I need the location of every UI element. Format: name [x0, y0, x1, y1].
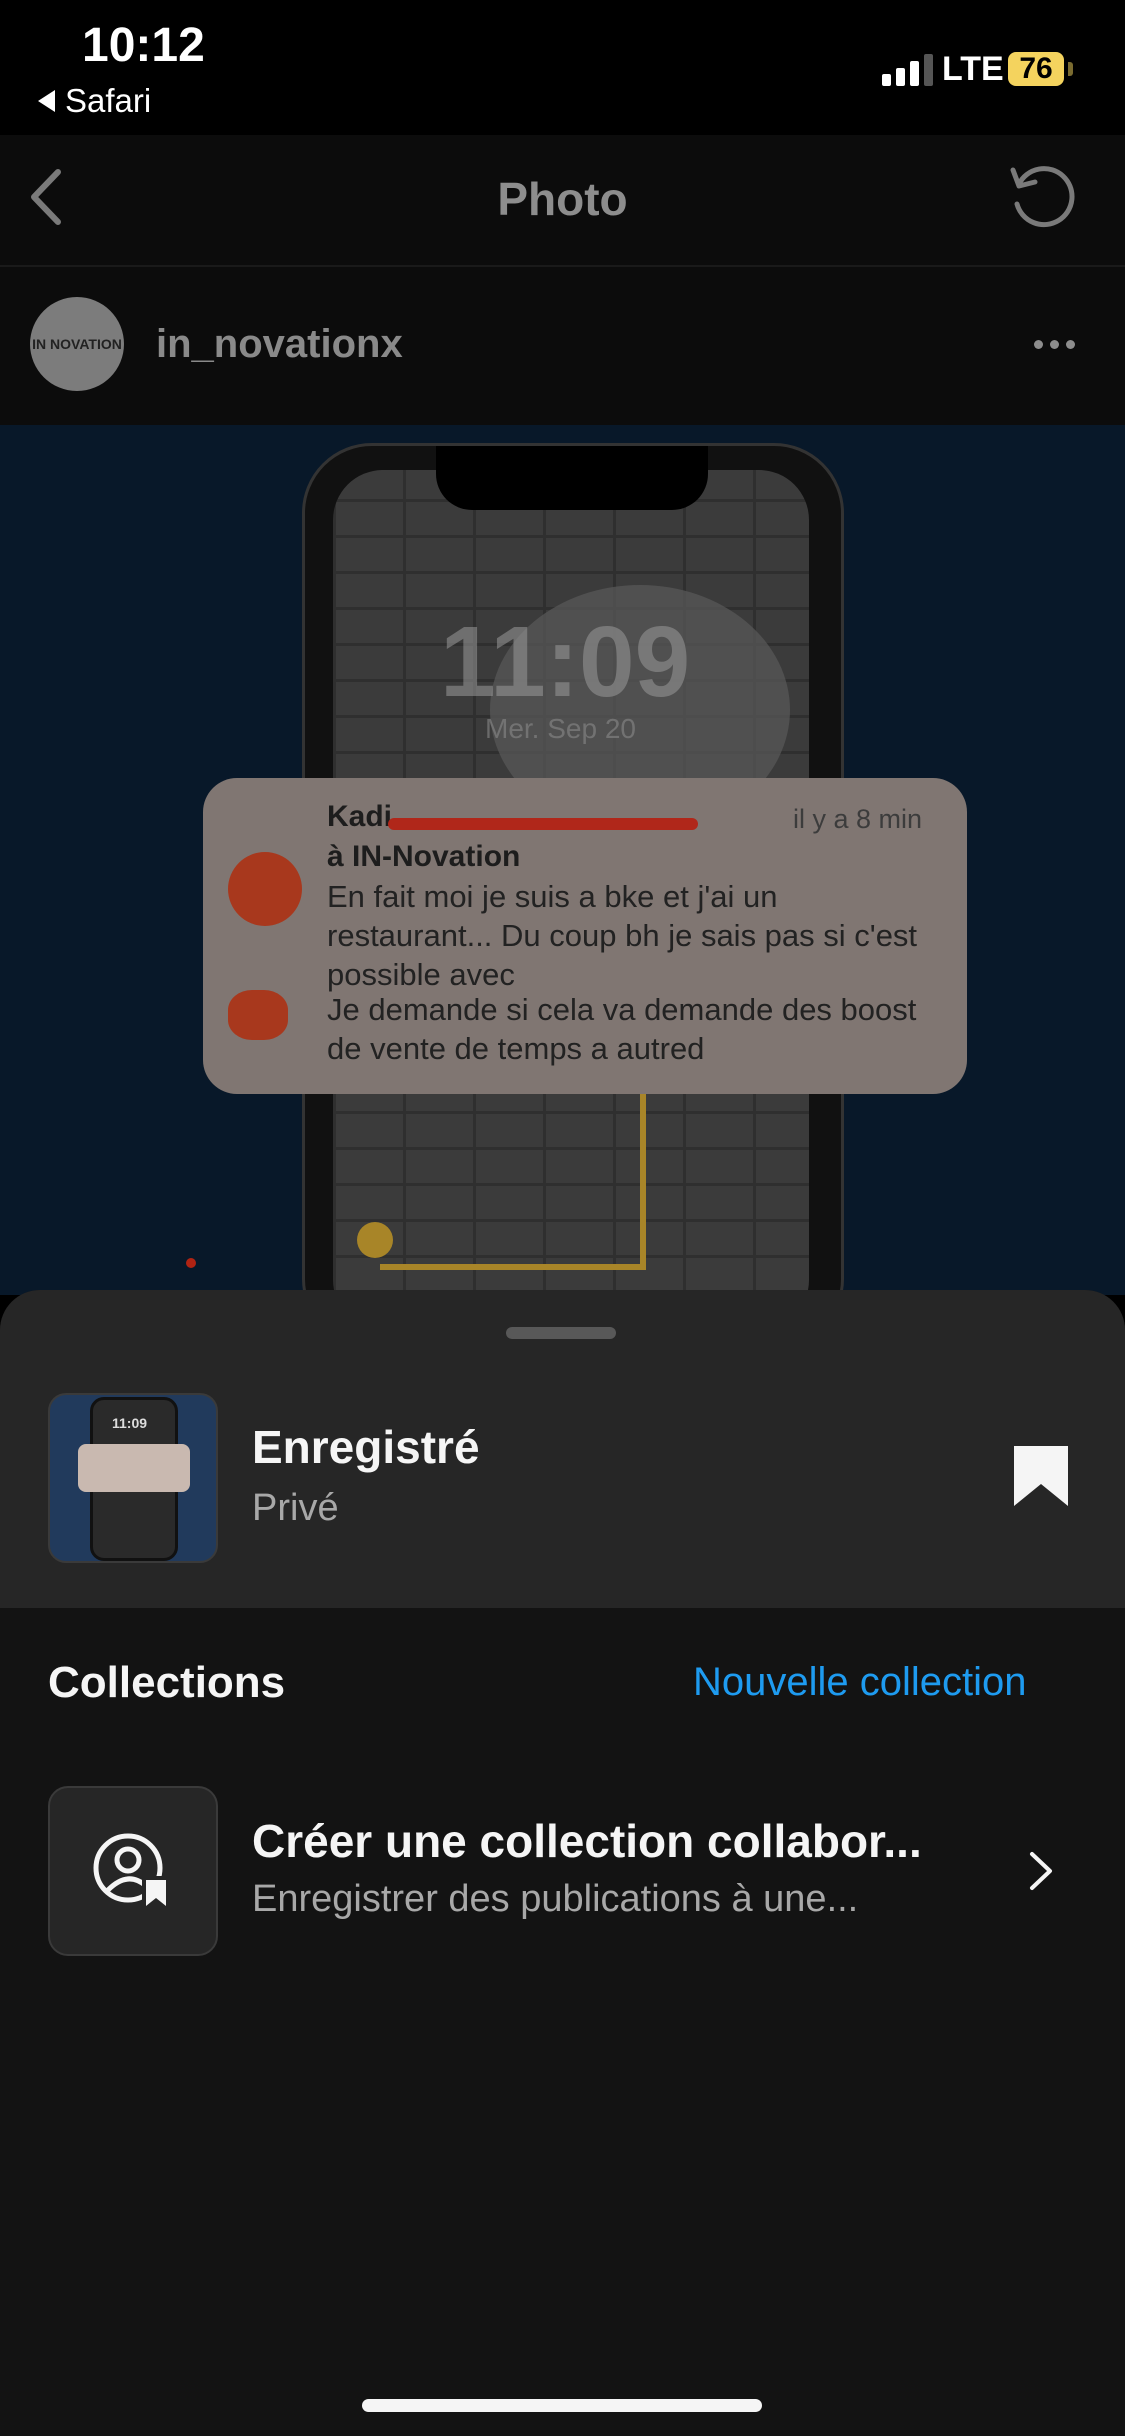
avatar-text: IN NOVATION [32, 336, 122, 352]
decor-knob [357, 1222, 393, 1258]
network-label: LTE [942, 50, 1004, 88]
notification-message: Je demande si cela va demande des boost … [327, 992, 917, 1066]
decor-line [640, 1090, 646, 1270]
lockscreen-date: Mer. Sep 20 [485, 713, 636, 744]
decor-line [380, 1264, 646, 1270]
new-collection-button[interactable]: Nouvelle collection [693, 1660, 1027, 1705]
battery-icon: 76 [1008, 52, 1064, 86]
post-username[interactable]: in_novationx [156, 322, 403, 367]
thumbnail-time: 11:09 [112, 1415, 148, 1431]
notification-message: En fait moi je suis a bke et j'ai un res… [327, 879, 918, 992]
saved-title: Enregistré [252, 1421, 480, 1473]
back-triangle-icon [38, 90, 55, 112]
page-title: Photo [497, 173, 628, 225]
sheet-grabber[interactable] [506, 1327, 616, 1339]
more-horizontal-icon[interactable] [1034, 340, 1075, 349]
saved-subtitle: Privé [252, 1487, 339, 1529]
status-time: 10:12 [82, 19, 205, 72]
lockscreen-time: 11:09 [440, 606, 691, 718]
notification-avatar-icon [228, 990, 288, 1040]
refresh-icon[interactable] [1005, 160, 1077, 232]
notification-group: à IN-Novation [327, 840, 521, 873]
person-bookmark-icon [93, 1833, 170, 1908]
avatar[interactable]: IN NOVATION [30, 297, 124, 391]
phone-notch [436, 446, 708, 510]
thumbnail-notification [78, 1444, 190, 1492]
redaction-mark [388, 818, 698, 830]
back-to-app-button[interactable]: Safari [38, 82, 151, 120]
collab-collection-subtitle: Enregistrer des publications à une... [252, 1878, 859, 1920]
bookmark-filled-icon[interactable] [1012, 1444, 1070, 1508]
collections-heading: Collections [48, 1658, 286, 1707]
signal-icon [882, 52, 933, 86]
notification-time: il y a 8 min [793, 804, 923, 834]
back-app-label: Safari [65, 82, 152, 119]
collab-collection-title: Créer une collection collabor... [252, 1815, 922, 1867]
notification-sender: Kadi [327, 800, 393, 833]
decor-dot [186, 1258, 196, 1268]
chevron-right-icon[interactable] [1026, 1848, 1056, 1894]
home-indicator[interactable] [362, 2399, 762, 2412]
battery-cap [1068, 62, 1073, 76]
notification-avatar-icon [228, 852, 302, 926]
